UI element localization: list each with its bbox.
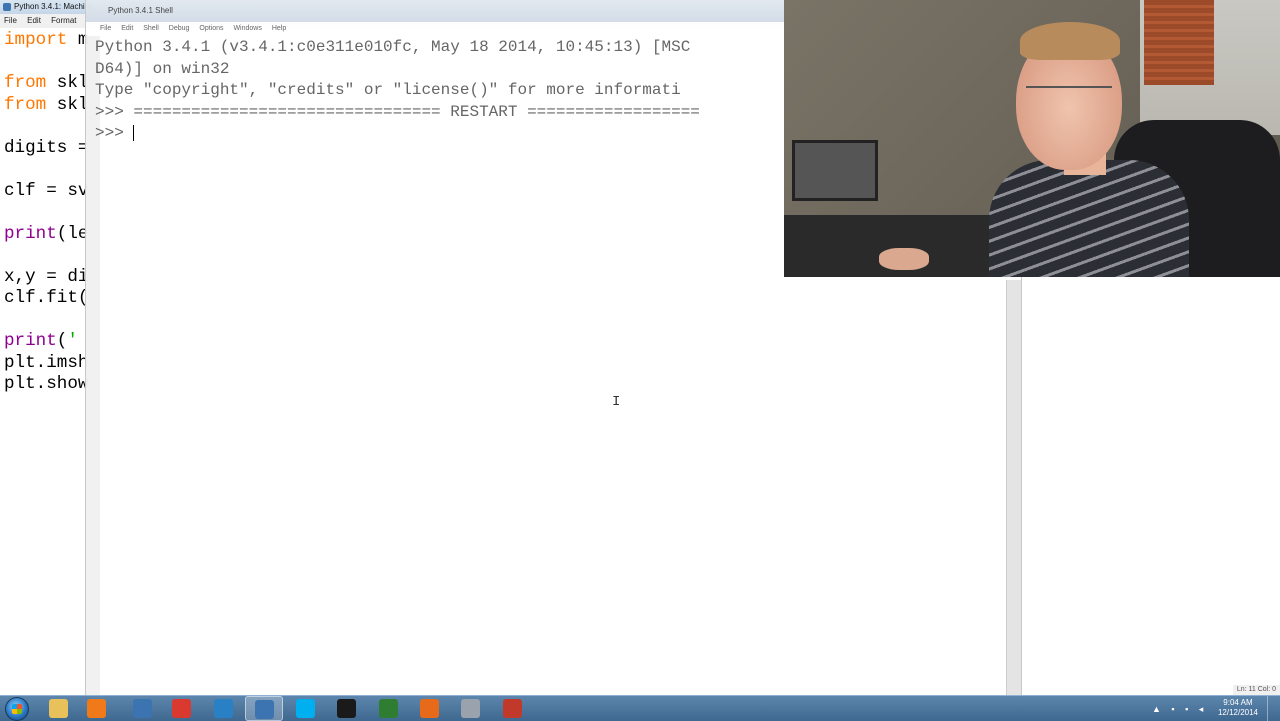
shell-line: Type "copyright", "credits" or "license(… xyxy=(95,81,681,99)
clock-time: 9:04 AM xyxy=(1223,698,1253,707)
system-tray: ▲ ▪ ▪ ◂ 9:04 AM 12/12/2014 xyxy=(1150,696,1280,721)
terminal-icon xyxy=(379,699,398,718)
code-line: from skl xyxy=(4,73,88,95)
tray-icons[interactable]: ▲ ▪ ▪ ◂ xyxy=(1152,704,1207,715)
app-v-icon xyxy=(337,699,356,718)
windows-logo-icon xyxy=(12,704,22,714)
taskbar: ▲ ▪ ▪ ◂ 9:04 AM 12/12/2014 xyxy=(0,695,1280,721)
code-token: print xyxy=(4,331,57,351)
text-caret xyxy=(133,124,135,141)
taskbar-app-button[interactable] xyxy=(163,696,201,721)
code-line: clf.fit( xyxy=(4,288,88,310)
taskbar-app-button[interactable] xyxy=(370,696,408,721)
code-token: plt.imsh xyxy=(4,352,89,373)
shell-line: D64)] on win32 xyxy=(95,59,230,78)
code-line: plt.show xyxy=(4,374,88,396)
tool-icon xyxy=(503,699,522,718)
code-line: digits = xyxy=(4,138,88,160)
python-icon xyxy=(3,3,11,11)
python-idle-icon xyxy=(133,699,152,718)
ibeam-cursor-icon: I xyxy=(612,394,621,410)
recorder-icon xyxy=(461,699,480,718)
skype-icon xyxy=(296,699,315,718)
shell-menu-edit[interactable]: Edit xyxy=(117,22,137,36)
code-line: plt.imsh xyxy=(4,353,88,375)
shell-menu-debug[interactable]: Debug xyxy=(165,22,194,36)
shell-menu-options[interactable]: Options xyxy=(195,22,227,36)
clock-date: 12/12/2014 xyxy=(1217,708,1258,717)
shell-output[interactable]: Python 3.4.1 (v3.4.1:c0e311e010fc, May 1… xyxy=(95,37,700,145)
code-token: skl xyxy=(46,73,89,93)
taskbar-app-button[interactable] xyxy=(205,696,243,721)
webcam-person-hand xyxy=(879,248,929,270)
webcam-person-shirt xyxy=(989,160,1189,277)
code-token: clf = sv xyxy=(4,180,89,201)
taskbar-app-button[interactable] xyxy=(40,696,78,721)
menu-format[interactable]: Format xyxy=(47,14,80,28)
start-button[interactable] xyxy=(5,697,29,721)
code-line: from skl xyxy=(4,95,88,117)
shell-menu-help[interactable]: Help xyxy=(268,22,290,36)
webcam-person-glasses xyxy=(1026,86,1112,102)
webcam-overlay xyxy=(784,0,1280,277)
notepad-icon xyxy=(214,699,233,718)
taskbar-app-button[interactable] xyxy=(245,696,283,721)
code-token: from xyxy=(4,73,47,93)
webcam-monitor xyxy=(792,140,878,201)
taskbar-app-button[interactable] xyxy=(494,696,532,721)
shell-menu-shell[interactable]: Shell xyxy=(139,22,163,36)
shell-prompt: >>> xyxy=(95,124,134,142)
code-token: digits = xyxy=(4,137,89,158)
firefox-icon xyxy=(420,699,439,718)
webcam-blinds xyxy=(1144,0,1214,85)
webcam-person-hair xyxy=(1020,22,1120,60)
code-line: clf = sv xyxy=(4,181,88,203)
code-line: x,y = di xyxy=(4,267,88,289)
clock[interactable]: 9:04 AM 12/12/2014 xyxy=(1218,698,1258,718)
python-idle-icon-2 xyxy=(255,700,274,719)
editor-title: Python 3.4.1: Machine xyxy=(14,2,94,11)
code-line: print(le xyxy=(4,224,88,246)
chrome-icon xyxy=(172,699,191,718)
taskbar-app-button[interactable] xyxy=(124,696,162,721)
code-token: ' xyxy=(67,331,78,351)
code-token: plt.show xyxy=(4,374,89,394)
shell-line: >>> ================================ RES… xyxy=(95,102,700,121)
code-token: clf.fit( xyxy=(4,288,89,308)
shell-prompt-line[interactable]: >>> xyxy=(95,123,700,145)
taskbar-app-button[interactable] xyxy=(78,696,116,721)
editor-status-bar: Ln: 11 Col: 0 xyxy=(1232,685,1280,695)
menu-file[interactable]: File xyxy=(0,14,21,28)
code-token: (le xyxy=(56,223,89,244)
taskbar-app-button[interactable] xyxy=(452,696,490,721)
shell-menu-file[interactable]: File xyxy=(96,22,115,36)
show-desktop-button[interactable] xyxy=(1267,696,1280,721)
menu-edit[interactable]: Edit xyxy=(23,14,45,28)
code-token: x,y = di xyxy=(4,266,89,287)
code-token: skl xyxy=(46,94,89,115)
code-editor[interactable]: import m from skl from skl digits = clf = sv… xyxy=(4,30,88,396)
taskbar-app-button[interactable] xyxy=(328,696,366,721)
taskbar-app-button[interactable] xyxy=(287,696,325,721)
shell-title: Python 3.4.1 Shell xyxy=(108,6,173,15)
explorer-icon xyxy=(49,699,68,718)
taskbar-app-button[interactable] xyxy=(411,696,449,721)
code-token: import xyxy=(4,30,68,50)
shell-menu-windows[interactable]: Windows xyxy=(229,22,265,36)
shell-scrollbar[interactable] xyxy=(1006,280,1021,695)
media-player-icon xyxy=(87,699,106,718)
code-line: import m xyxy=(4,30,88,52)
shell-line: Python 3.4.1 (v3.4.1:c0e311e010fc, May 1… xyxy=(95,38,691,56)
code-line: print(' xyxy=(4,331,88,353)
code-token: from xyxy=(4,94,47,115)
code-token: ( xyxy=(56,331,68,351)
code-token: print xyxy=(4,223,57,244)
